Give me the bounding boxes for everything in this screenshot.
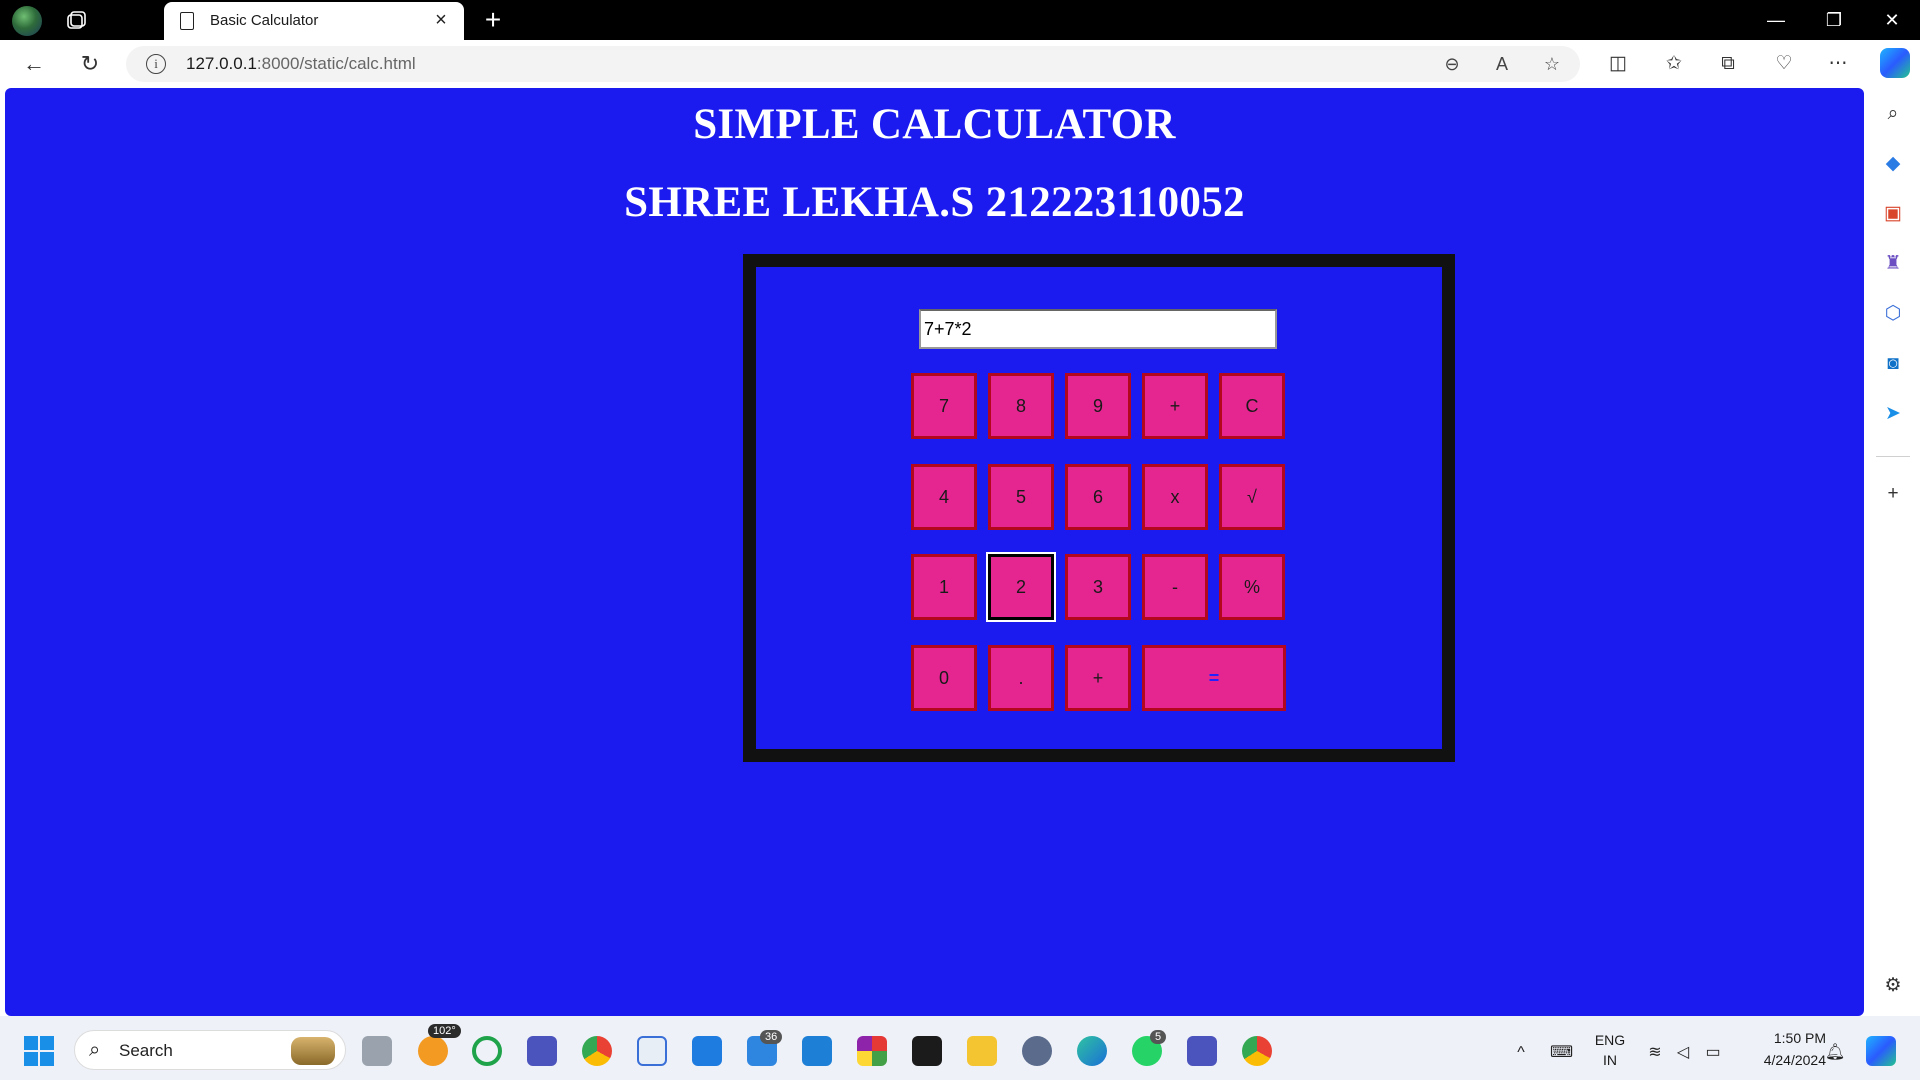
clock-date[interactable]: 4/24/2024 xyxy=(1736,1052,1826,1068)
taskbar-copilot-icon[interactable] xyxy=(1866,1036,1896,1066)
refresh-app-icon[interactable] xyxy=(472,1036,502,1066)
key-6[interactable]: 6 xyxy=(1065,464,1131,530)
profile-avatar[interactable] xyxy=(12,6,42,36)
taskbar-search-label: Search xyxy=(119,1041,173,1060)
url-host: 127.0.0.1 xyxy=(186,54,257,73)
hidden-icons-chevron-icon[interactable]: ^ xyxy=(1510,1042,1532,1064)
close-tab-icon[interactable]: × xyxy=(430,8,452,32)
chrome-profile-icon[interactable] xyxy=(1242,1036,1272,1066)
favorite-star-icon[interactable]: ☆ xyxy=(1540,52,1564,76)
key-clear[interactable]: C xyxy=(1219,373,1285,439)
page-title: SIMPLE CALCULATOR xyxy=(693,101,1176,148)
key-1[interactable]: 1 xyxy=(911,554,977,620)
chrome-icon[interactable] xyxy=(582,1036,612,1066)
bug-app-icon[interactable] xyxy=(1022,1036,1052,1066)
key-9[interactable]: 9 xyxy=(1065,373,1131,439)
windows-taskbar: ⌕ Search 102° 36 5 ^ ⌨ ENG IN ≋ ◁ ▭ 1:50… xyxy=(0,1016,1920,1080)
terminal-icon[interactable] xyxy=(912,1036,942,1066)
new-tab-icon[interactable]: + xyxy=(478,4,508,36)
key-multiply[interactable]: x xyxy=(1142,464,1208,530)
microsoft-store-icon[interactable] xyxy=(692,1036,722,1066)
site-info-icon[interactable]: i xyxy=(146,54,166,74)
browser-essentials-icon[interactable]: ♡ xyxy=(1770,50,1798,78)
key-5[interactable]: 5 xyxy=(988,464,1054,530)
key-decimal[interactable]: . xyxy=(988,645,1054,711)
windows-start-icon[interactable] xyxy=(24,1036,54,1066)
volume-icon[interactable]: ◁ xyxy=(1672,1042,1694,1064)
shopping-tag-icon[interactable]: ◆ xyxy=(1879,150,1907,178)
key-add[interactable]: + xyxy=(1142,373,1208,439)
collections-icon[interactable]: ⧉ xyxy=(1714,50,1742,78)
add-sidebar-app-icon[interactable]: + xyxy=(1879,480,1907,508)
address-bar[interactable]: i 127.0.0.1:8000/static/calc.html ⊖ A ☆ xyxy=(126,46,1580,82)
sidebar-divider xyxy=(1876,456,1910,457)
outlook-icon[interactable]: ◙ xyxy=(1879,350,1907,378)
split-screen-icon[interactable]: ◫ xyxy=(1604,50,1632,78)
input-region: IN xyxy=(1603,1052,1617,1068)
key-add-bottom[interactable]: + xyxy=(1065,645,1131,711)
teams-work-icon[interactable] xyxy=(1187,1036,1217,1066)
key-4[interactable]: 4 xyxy=(911,464,977,530)
copilot-icon[interactable] xyxy=(1880,48,1910,78)
search-highlight-image xyxy=(291,1037,335,1065)
clock-time[interactable]: 1:50 PM xyxy=(1736,1030,1826,1046)
browser-toolbar: ← ↻ i 127.0.0.1:8000/static/calc.html ⊖ … xyxy=(0,40,1920,88)
files-badge: 36 xyxy=(760,1030,783,1044)
back-icon[interactable]: ← xyxy=(18,48,50,80)
refresh-icon[interactable]: ↻ xyxy=(74,48,106,80)
key-8[interactable]: 8 xyxy=(988,373,1054,439)
notepad-icon[interactable] xyxy=(637,1036,667,1066)
taskbar-search[interactable]: ⌕ Search xyxy=(74,1030,346,1070)
task-view-icon[interactable] xyxy=(362,1036,392,1066)
calculator-frame: 7+7*2 7 8 9 + C 4 5 6 x √ 1 2 3 - % 0 . … xyxy=(743,254,1455,762)
key-equals[interactable]: = xyxy=(1142,645,1286,711)
edge-icon[interactable] xyxy=(1077,1036,1107,1066)
wifi-icon[interactable]: ≋ xyxy=(1644,1042,1666,1064)
browser-title-bar: Basic Calculator × + — ❐ ✕ xyxy=(0,0,1920,40)
key-subtract[interactable]: - xyxy=(1142,554,1208,620)
key-3[interactable]: 3 xyxy=(1065,554,1131,620)
calculator-display[interactable]: 7+7*2 xyxy=(919,309,1277,349)
restore-icon[interactable]: ❐ xyxy=(1814,6,1854,34)
zoom-icon[interactable]: ⊖ xyxy=(1440,52,1464,76)
close-window-icon[interactable]: ✕ xyxy=(1872,6,1912,34)
battery-icon[interactable]: ▭ xyxy=(1702,1042,1724,1064)
page-icon xyxy=(180,12,194,30)
page-viewport: SIMPLE CALCULATOR SHREE LEKHA.S 21222311… xyxy=(5,88,1864,1016)
vscode-icon[interactable] xyxy=(802,1036,832,1066)
keyboard-icon[interactable]: ⌨ xyxy=(1550,1042,1573,1064)
tools-briefcase-icon[interactable]: ▣ xyxy=(1879,200,1907,228)
office-app-icon[interactable] xyxy=(857,1036,887,1066)
notification-bell-icon[interactable]: 🔔︎ xyxy=(1824,1042,1846,1064)
sidebar-settings-icon[interactable]: ⚙ xyxy=(1879,972,1907,1000)
games-icon[interactable]: ♜ xyxy=(1879,250,1907,278)
input-language[interactable]: ENG xyxy=(1592,1032,1628,1048)
weather-icon[interactable] xyxy=(418,1036,448,1066)
teams-icon[interactable] xyxy=(527,1036,557,1066)
url-text[interactable]: 127.0.0.1:8000/static/calc.html xyxy=(186,54,416,74)
key-0[interactable]: 0 xyxy=(911,645,977,711)
favorites-icon[interactable]: ✩ xyxy=(1660,50,1688,78)
active-tab[interactable]: Basic Calculator × xyxy=(164,2,464,40)
edge-sidebar: ⌕ ◆ ▣ ♜ ⬡ ◙ ➤ + ⚙ xyxy=(1866,88,1920,1016)
workspaces-icon[interactable] xyxy=(66,10,88,30)
key-percent[interactable]: % xyxy=(1219,554,1285,620)
key-sqrt[interactable]: √ xyxy=(1219,464,1285,530)
sidebar-search-icon[interactable]: ⌕ xyxy=(1879,100,1907,128)
student-name-heading: SHREE LEKHA.S 212223110052 xyxy=(624,179,1245,226)
more-menu-icon[interactable]: ⋯ xyxy=(1824,50,1852,78)
whatsapp-badge: 5 xyxy=(1150,1030,1167,1044)
weather-temperature: 102° xyxy=(428,1024,461,1038)
tab-title: Basic Calculator xyxy=(210,12,319,29)
read-aloud-icon[interactable]: A xyxy=(1490,52,1514,76)
send-icon[interactable]: ➤ xyxy=(1879,400,1907,428)
key-7[interactable]: 7 xyxy=(911,373,977,439)
key-2[interactable]: 2 xyxy=(988,554,1054,620)
minimize-icon[interactable]: — xyxy=(1756,6,1796,34)
search-icon: ⌕ xyxy=(89,1039,101,1061)
microsoft365-icon[interactable]: ⬡ xyxy=(1879,300,1907,328)
url-path: :8000/static/calc.html xyxy=(256,54,416,73)
file-explorer-icon[interactable] xyxy=(967,1036,997,1066)
